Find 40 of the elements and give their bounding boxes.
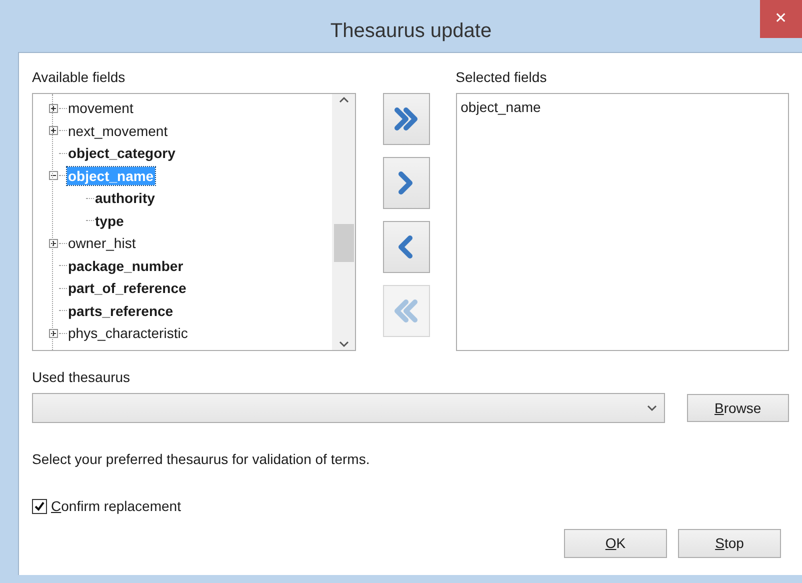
scroll-up-icon[interactable]	[338, 96, 350, 104]
expand-icon[interactable]	[48, 238, 58, 248]
checkbox[interactable]	[32, 499, 47, 514]
tree-item[interactable]: type	[94, 212, 125, 230]
hint-text: Select your preferred thesaurus for validation of terms.	[32, 450, 371, 469]
close-button[interactable]: ✕	[760, 0, 802, 38]
window-title: Thesaurus update	[329, 19, 492, 44]
collapse-icon[interactable]	[48, 171, 58, 180]
dialog-button[interactable]: Stop	[678, 529, 781, 558]
browse-button[interactable]: Browse	[686, 394, 789, 422]
tree-item[interactable]: parts_reference	[67, 302, 174, 320]
selected-fields-list[interactable]: object_name	[456, 93, 789, 351]
tree-item[interactable]: object_category	[67, 144, 176, 162]
field-tree[interactable]: movement next_movement object_category object_name authority type owner_hist package_number part_of_reference parts_reference phys_characteristic	[32, 93, 356, 351]
chevron-down-icon	[646, 404, 658, 412]
check-icon	[34, 501, 45, 512]
double-chevron-left-icon	[393, 298, 420, 324]
tree-item[interactable]: next_movement	[67, 122, 169, 140]
used-thesaurus-label: Used thesaurus	[32, 368, 132, 387]
transfer-button[interactable]	[382, 221, 430, 273]
list-item[interactable]: object_name	[460, 98, 784, 116]
tree-item[interactable]: movement	[67, 99, 134, 118]
checkbox-label[interactable]: Confirm replacement	[51, 496, 181, 517]
tree-item[interactable]: package_number	[67, 256, 184, 275]
tree-item[interactable]: owner_hist	[67, 234, 137, 252]
scroll-down-icon[interactable]	[338, 340, 350, 348]
dialog-button[interactable]: OK	[564, 529, 667, 558]
transfer-button[interactable]	[382, 93, 430, 145]
expand-icon[interactable]	[48, 104, 58, 113]
scroll-thumb[interactable]	[334, 224, 354, 262]
selected-fields-label: Selected fields	[456, 68, 548, 87]
expand-icon[interactable]	[48, 328, 58, 338]
expand-icon[interactable]	[48, 126, 58, 136]
scrollbar[interactable]	[332, 94, 356, 350]
tree-item[interactable]: authority	[94, 189, 156, 208]
transfer-button[interactable]	[382, 157, 430, 209]
available-fields-label: Available fields	[32, 68, 126, 87]
tree-item[interactable]: phys_characteristic	[67, 324, 189, 342]
tree-item[interactable]: part_of_reference	[67, 279, 188, 298]
double-chevron-right-icon	[393, 106, 420, 132]
